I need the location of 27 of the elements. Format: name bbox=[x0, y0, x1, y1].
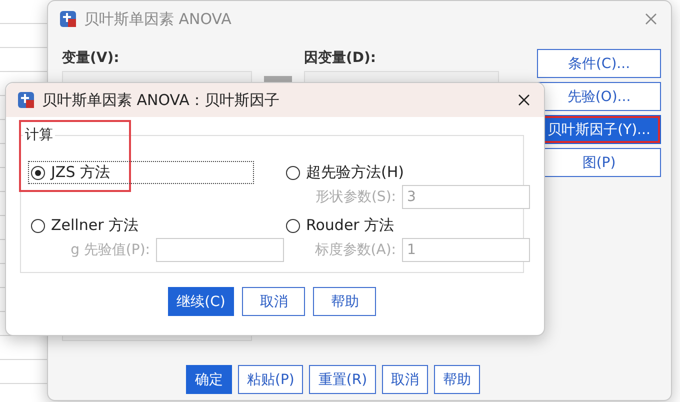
dialog-button[interactable]: 继续(C) bbox=[168, 287, 234, 316]
dialog-button[interactable]: 粘贴(P) bbox=[238, 365, 304, 394]
variables-label: 变量(V): bbox=[62, 49, 120, 67]
option-button[interactable]: 先验(O)... bbox=[537, 82, 661, 111]
radio-option[interactable]: JZS 方法 bbox=[29, 162, 253, 183]
radio-label: Zellner 方法 bbox=[51, 216, 139, 235]
radio-label: 超先验方法(H) bbox=[306, 163, 404, 182]
radio-label: Rouder 方法 bbox=[306, 216, 394, 235]
dialog-button[interactable]: 取消 bbox=[382, 365, 428, 394]
dialog-title: 贝叶斯单因素 ANOVA：贝叶斯因子 bbox=[42, 90, 280, 110]
dialog-button[interactable]: 重置(R) bbox=[309, 365, 376, 394]
close-icon[interactable] bbox=[518, 94, 530, 106]
parameter-label: 形状参数(S): bbox=[314, 188, 396, 206]
dependent-label: 因变量(D): bbox=[304, 49, 378, 67]
window-title: 贝叶斯单因素 ANOVA bbox=[84, 10, 232, 28]
app-icon bbox=[58, 9, 78, 29]
dialog-button[interactable]: 取消 bbox=[242, 287, 306, 316]
dialog-button[interactable]: 确定 bbox=[186, 365, 232, 394]
group-label: 计算 bbox=[23, 126, 55, 144]
app-icon bbox=[16, 90, 36, 110]
dialog-button[interactable]: 帮助 bbox=[434, 365, 480, 394]
parameter-label: g 先验值(P): bbox=[70, 241, 150, 259]
option-button[interactable]: 条件(C)... bbox=[537, 49, 661, 78]
radio-button[interactable] bbox=[31, 166, 45, 180]
parameter-label: 标度参数(A): bbox=[314, 241, 396, 259]
dialog-button[interactable]: 帮助 bbox=[313, 287, 376, 316]
radio-label: JZS 方法 bbox=[51, 163, 110, 182]
